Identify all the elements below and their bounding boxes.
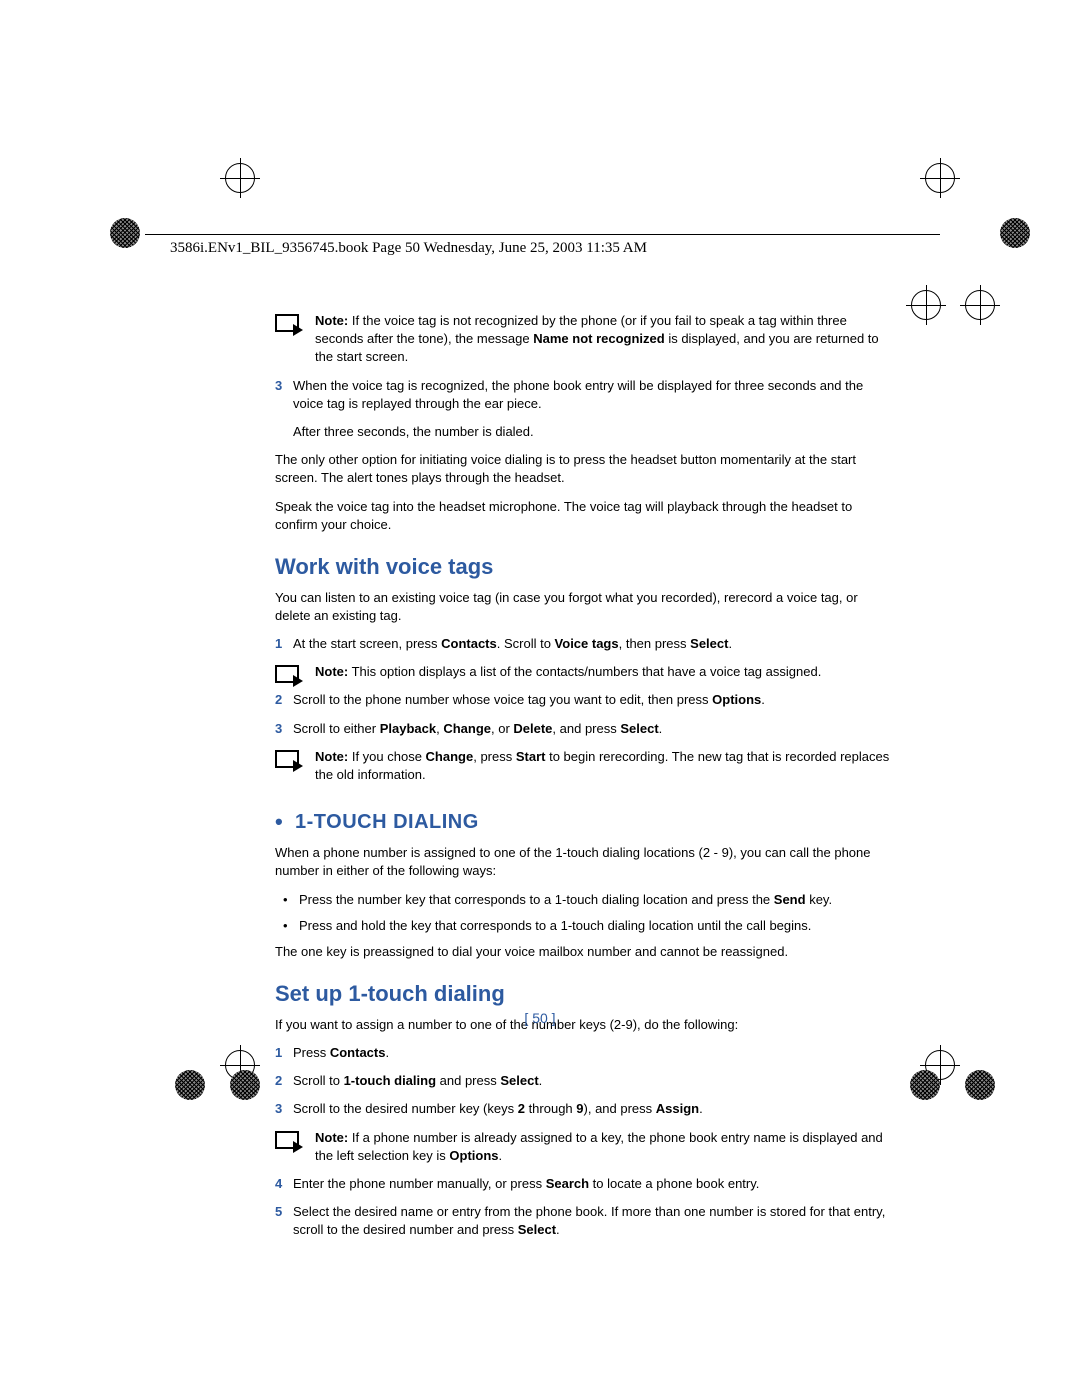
- crop-mark-top-left: [220, 158, 260, 198]
- note-block: Note: If the voice tag is not recognized…: [275, 312, 890, 367]
- note-text: Note: If the voice tag is not recognized…: [315, 312, 890, 367]
- note-text: Note: If a phone number is already assig…: [315, 1129, 890, 1165]
- note-icon: [275, 665, 299, 683]
- crop-mark-right-2: [960, 285, 1000, 325]
- step-text: Select the desired name or entry from th…: [293, 1203, 890, 1239]
- step-text: Scroll to the phone number whose voice t…: [293, 691, 890, 709]
- crop-mark-top-right: [920, 158, 960, 198]
- crop-mark-right-1: [906, 285, 946, 325]
- registration-sphere: [910, 1070, 940, 1100]
- bullet-item: Press the number key that corresponds to…: [275, 891, 890, 909]
- registration-sphere: [110, 218, 140, 248]
- step-text: Scroll to the desired number key (keys 2…: [293, 1100, 890, 1118]
- body-text: You can listen to an existing voice tag …: [275, 589, 890, 625]
- body-text: When a phone number is assigned to one o…: [275, 844, 890, 880]
- note-text: Note: If you chose Change, press Start t…: [315, 748, 890, 784]
- numbered-step: 1 Press Contacts.: [275, 1044, 890, 1062]
- body-text: The one key is preassigned to dial your …: [275, 943, 890, 961]
- note-icon: [275, 1131, 299, 1149]
- subsection-heading: Set up 1-touch dialing: [275, 979, 890, 1010]
- numbered-step: 4 Enter the phone number manually, or pr…: [275, 1175, 890, 1193]
- step-number: 2: [275, 691, 282, 709]
- step-text: At the start screen, press Contacts. Scr…: [293, 635, 890, 653]
- subsection-heading: Work with voice tags: [275, 552, 890, 583]
- registration-sphere: [965, 1070, 995, 1100]
- step-text: Press Contacts.: [293, 1044, 890, 1062]
- step-number: 2: [275, 1072, 282, 1090]
- numbered-step: 3 When the voice tag is recognized, the …: [275, 377, 890, 442]
- step-number: 4: [275, 1175, 282, 1193]
- note-block: Note: If a phone number is already assig…: [275, 1129, 890, 1165]
- step-text: Scroll to either Playback, Change, or De…: [293, 720, 890, 738]
- note-icon: [275, 750, 299, 768]
- header-imprint: 3586i.ENv1_BIL_9356745.book Page 50 Wedn…: [170, 240, 647, 257]
- step-text: Scroll to 1-touch dialing and press Sele…: [293, 1072, 890, 1090]
- bullet-item: Press and hold the key that corresponds …: [275, 917, 890, 935]
- page-content: Note: If the voice tag is not recognized…: [275, 312, 890, 1250]
- step-number: 5: [275, 1203, 282, 1221]
- step-text: Enter the phone number manually, or pres…: [293, 1175, 890, 1193]
- numbered-step: 2 Scroll to 1-touch dialing and press Se…: [275, 1072, 890, 1090]
- numbered-step: 2 Scroll to the phone number whose voice…: [275, 691, 890, 709]
- step-number: 3: [275, 1100, 282, 1118]
- registration-sphere: [1000, 218, 1030, 248]
- note-icon: [275, 314, 299, 332]
- registration-sphere: [175, 1070, 205, 1100]
- section-heading: 1-TOUCH DIALING: [275, 808, 890, 836]
- body-text: The only other option for initiating voi…: [275, 451, 890, 487]
- note-block: Note: This option displays a list of the…: [275, 663, 890, 681]
- numbered-step: 3 Scroll to the desired number key (keys…: [275, 1100, 890, 1118]
- step-text: When the voice tag is recognized, the ph…: [293, 377, 890, 413]
- step-text: After three seconds, the number is diale…: [293, 423, 890, 441]
- step-number: 1: [275, 1044, 282, 1062]
- note-text: Note: This option displays a list of the…: [315, 663, 890, 681]
- header-rule: [145, 234, 940, 235]
- numbered-step: 3 Scroll to either Playback, Change, or …: [275, 720, 890, 738]
- registration-sphere: [230, 1070, 260, 1100]
- page-number: [ 50 ]: [0, 1010, 1080, 1026]
- step-number: 3: [275, 720, 282, 738]
- note-block: Note: If you chose Change, press Start t…: [275, 748, 890, 784]
- step-number: 1: [275, 635, 282, 653]
- numbered-step: 5 Select the desired name or entry from …: [275, 1203, 890, 1239]
- step-number: 3: [275, 377, 282, 395]
- numbered-step: 1 At the start screen, press Contacts. S…: [275, 635, 890, 653]
- body-text: Speak the voice tag into the headset mic…: [275, 498, 890, 534]
